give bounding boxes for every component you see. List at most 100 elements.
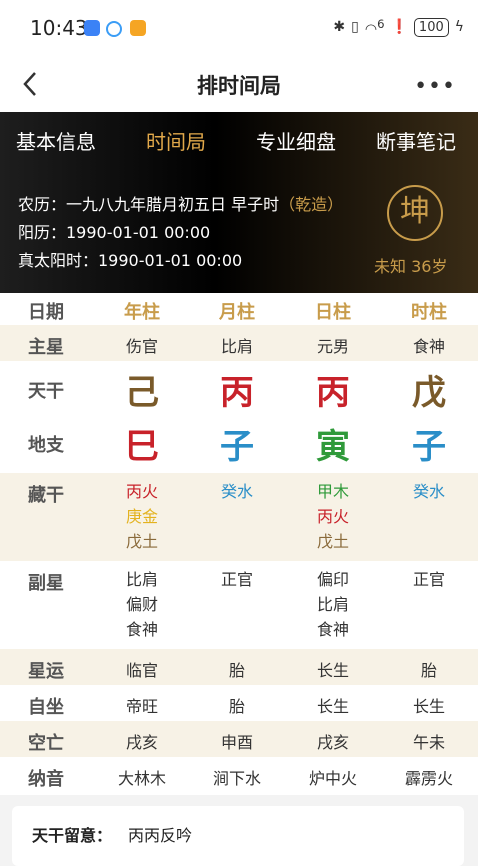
fuxing-cell: 比肩 偏财 食神 (102, 567, 182, 642)
table-row-fuxing: 副星 比肩 偏财 食神 正官 偏印 比肩 食神 正官 (0, 561, 478, 649)
canggan-item: 丙火 (316, 507, 349, 526)
table-cell: 长生 (316, 697, 349, 716)
row-label: 地支 (28, 435, 64, 456)
table-cell: 帝旺 (125, 697, 158, 716)
row-label: 副星 (28, 573, 64, 594)
table-cell: 涧下水 (212, 769, 261, 788)
canggan-cell: 癸水 (197, 479, 277, 504)
tab-professional[interactable]: 专业细盘 (256, 126, 336, 155)
fuxing-item: 偏印 (316, 570, 349, 589)
row-label: 星运 (28, 661, 64, 682)
battery-level: 100 (413, 17, 449, 37)
note-value: 丙丙反吟 (128, 826, 193, 845)
status-time: 10:43 (30, 16, 88, 40)
browser-icon (106, 21, 122, 37)
table-cell: 元男 (316, 337, 349, 356)
fuxing-item: 食神 (316, 620, 349, 639)
canggan-item: 癸水 (220, 482, 253, 501)
tiangan-note-card: 天干留意： 丙丙反吟 (12, 806, 464, 866)
pillar-hour: 时柱 (411, 302, 447, 323)
dizhi-char: 巳 (125, 427, 159, 467)
table-cell: 霹雳火 (404, 769, 453, 788)
table-cell: 胎 (228, 661, 245, 680)
table-row-canggan: 藏干 丙火 庚金 戊土 癸水 甲木 丙火 戊土 癸水 (0, 473, 478, 561)
row-label: 空亡 (28, 733, 64, 754)
wifi-icon: ◠6 (364, 17, 385, 38)
canggan-item: 癸水 (412, 482, 445, 501)
video-app-icon (130, 20, 146, 36)
tab-bar: 基本信息 时间局 专业细盘 断事笔记 (0, 112, 478, 166)
tab-notes[interactable]: 断事笔记 (376, 126, 456, 155)
table-cell: 伤官 (125, 337, 158, 356)
fuxing-item: 食神 (125, 620, 158, 639)
table-row-tiangan: 天干 己 丙 丙 戊 (0, 361, 478, 415)
alert-icon: ❗ (390, 19, 408, 36)
tiangan-char: 丙 (316, 373, 350, 413)
row-label: 纳音 (28, 769, 64, 790)
fuxing-cell: 正官 (389, 567, 469, 592)
row-label: 主星 (28, 337, 64, 358)
row-label: 日期 (28, 302, 64, 323)
tab-basic-info[interactable]: 基本信息 (16, 126, 96, 155)
dizhi-char: 寅 (316, 427, 350, 467)
table-cell: 胎 (228, 697, 245, 716)
bluetooth-icon: ✱ (333, 19, 346, 36)
row-label: 藏干 (28, 485, 64, 506)
table-cell: 戌亥 (125, 733, 158, 752)
table-row-dizhi: 地支 巳 子 寅 子 (0, 415, 478, 473)
fuxing-item: 正官 (412, 570, 445, 589)
table-row-zizuo: 自坐 帝旺 胎 长生 长生 (0, 685, 478, 721)
canggan-item: 甲木 (316, 482, 349, 501)
row-label: 天干 (28, 381, 64, 402)
table-cell: 大林木 (117, 769, 166, 788)
dizhi-char: 子 (220, 427, 254, 467)
fuxing-item: 比肩 (316, 595, 349, 614)
network-generation: 6 (377, 17, 385, 31)
lunar-date: 农历：一九八九年腊月初五日 早子时（乾造） (18, 191, 343, 215)
pillar-month: 月柱 (219, 302, 255, 323)
tiangan-char: 丙 (220, 373, 254, 413)
canggan-item: 戊土 (125, 532, 158, 551)
fuxing-item: 比肩 (125, 570, 158, 589)
table-cell: 食神 (412, 337, 445, 356)
canggan-item: 庚金 (125, 507, 158, 526)
age-text: 未知 36岁 (374, 257, 448, 276)
status-right: ✱ ▯ ◠6 ❗ 100 ϟ (333, 17, 464, 38)
bazi-table: 日期 年柱 月柱 日柱 时柱 主星 伤官 比肩 元男 食神 天干 己 丙 丙 戊… (0, 293, 478, 795)
table-cell: 长生 (316, 661, 349, 680)
gender-seal-icon: 坤 (387, 185, 443, 241)
table-row-xingyun: 星运 临官 胎 长生 胎 (0, 649, 478, 685)
canggan-cell: 甲木 丙火 戊土 (293, 479, 373, 554)
fuxing-cell: 正官 (197, 567, 277, 592)
table-row-kongwang: 空亡 戌亥 申酉 戌亥 午未 (0, 721, 478, 757)
dizhi-char: 子 (412, 427, 446, 467)
pillar-year: 年柱 (124, 302, 160, 323)
charging-icon: ϟ (454, 19, 464, 36)
gender-tag: （乾造） (279, 195, 344, 214)
table-cell: 午未 (412, 733, 445, 752)
note-label: 天干留意： (32, 826, 113, 845)
tiangan-char: 戊 (412, 373, 446, 413)
more-options-button[interactable]: ••• (414, 74, 456, 99)
pillar-day: 日柱 (315, 302, 351, 323)
table-cell: 长生 (412, 697, 445, 716)
solar-date: 阳历：1990-01-01 00:00 (18, 223, 211, 242)
table-row-nayin: 纳音 大林木 涧下水 炉中火 霹雳火 (0, 757, 478, 795)
app-header: 排时间局 ••• (0, 58, 478, 112)
table-cell: 申酉 (220, 733, 253, 752)
fuxing-item: 正官 (220, 570, 253, 589)
vibrate-icon: ▯ (351, 19, 359, 36)
table-cell: 临官 (125, 661, 158, 680)
table-row-date: 日期 年柱 月柱 日柱 时柱 (0, 293, 478, 325)
tab-time-chart[interactable]: 时间局 (146, 126, 206, 155)
fuxing-cell: 偏印 比肩 食神 (293, 567, 373, 642)
row-label: 自坐 (28, 697, 64, 718)
lunar-date-text: 农历：一九八九年腊月初五日 早子时 (18, 195, 280, 214)
canggan-item: 丙火 (125, 482, 158, 501)
more-dots-icon: ••• (414, 74, 456, 99)
fuxing-item: 偏财 (125, 595, 158, 614)
chart-info-panel: 基本信息 时间局 专业细盘 断事笔记 农历：一九八九年腊月初五日 早子时（乾造）… (0, 112, 478, 293)
tiangan-char: 己 (125, 373, 159, 413)
table-cell: 戌亥 (316, 733, 349, 752)
true-solar-time: 真太阳时：1990-01-01 00:00 (18, 251, 243, 270)
